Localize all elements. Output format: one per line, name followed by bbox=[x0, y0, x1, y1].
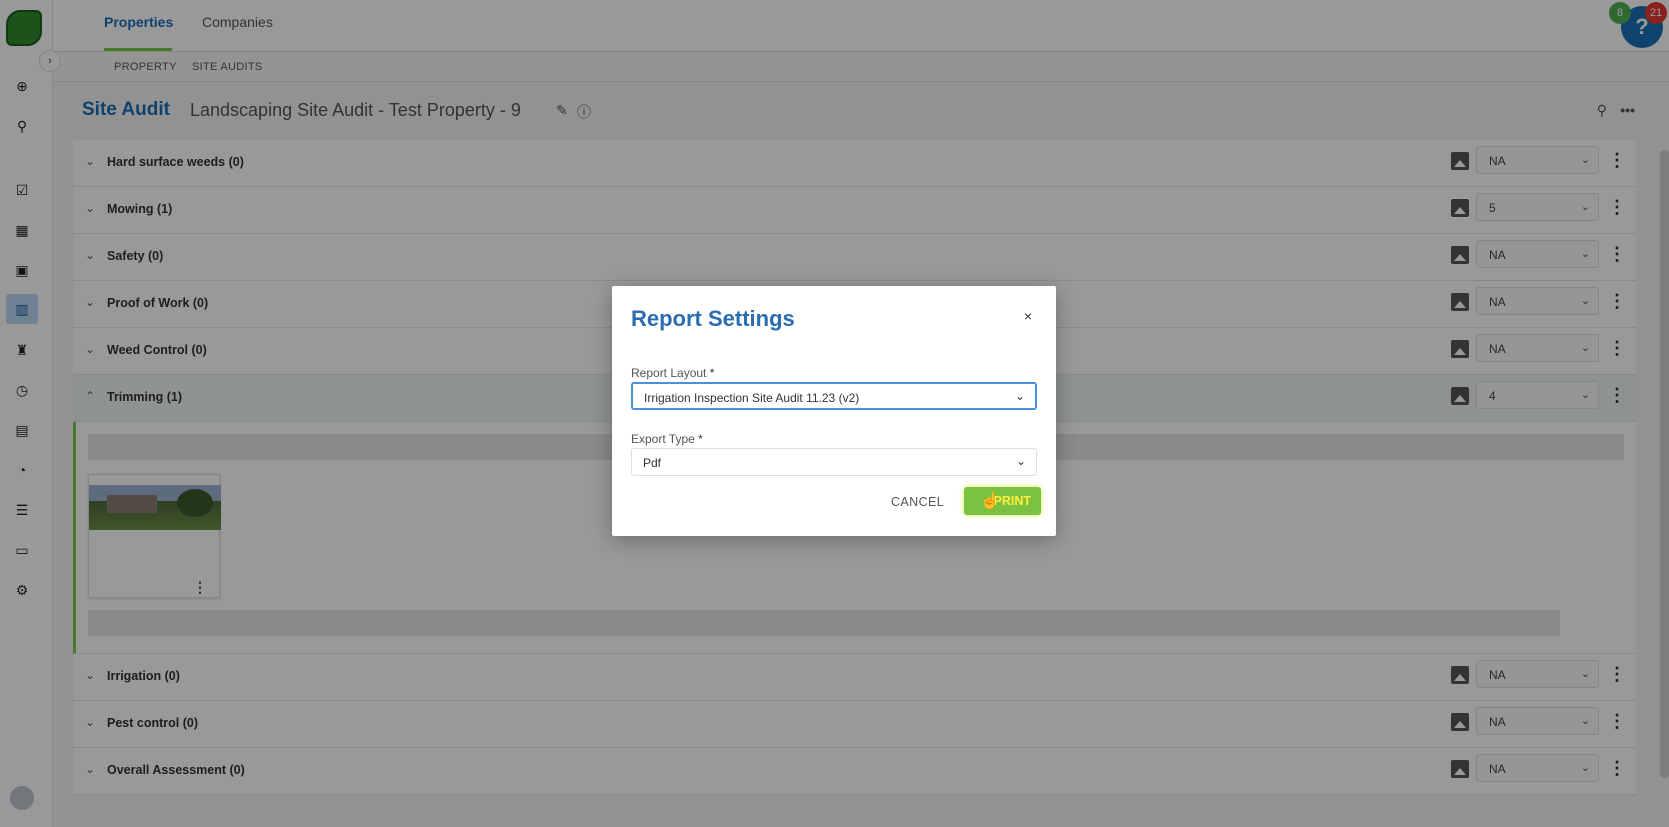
cancel-button[interactable]: CANCEL bbox=[891, 495, 944, 509]
hand-cursor-icon: ☝ bbox=[980, 493, 1000, 510]
report-settings-dialog: Report Settings × Report Layout * Irriga… bbox=[612, 286, 1056, 536]
close-icon[interactable]: × bbox=[1024, 308, 1032, 324]
export-type-select[interactable]: Pdf ⌄ bbox=[631, 448, 1037, 476]
print-button[interactable]: PRINT bbox=[964, 487, 1041, 515]
report-layout-label: Report Layout * bbox=[631, 366, 715, 380]
chevron-down-icon: ⌄ bbox=[1014, 389, 1025, 403]
dialog-title: Report Settings bbox=[631, 306, 795, 331]
export-type-label: Export Type * bbox=[631, 432, 703, 446]
report-layout-select[interactable]: Irrigation Inspection Site Audit 11.23 (… bbox=[631, 382, 1037, 410]
chevron-down-icon: ⌄ bbox=[1015, 454, 1026, 468]
